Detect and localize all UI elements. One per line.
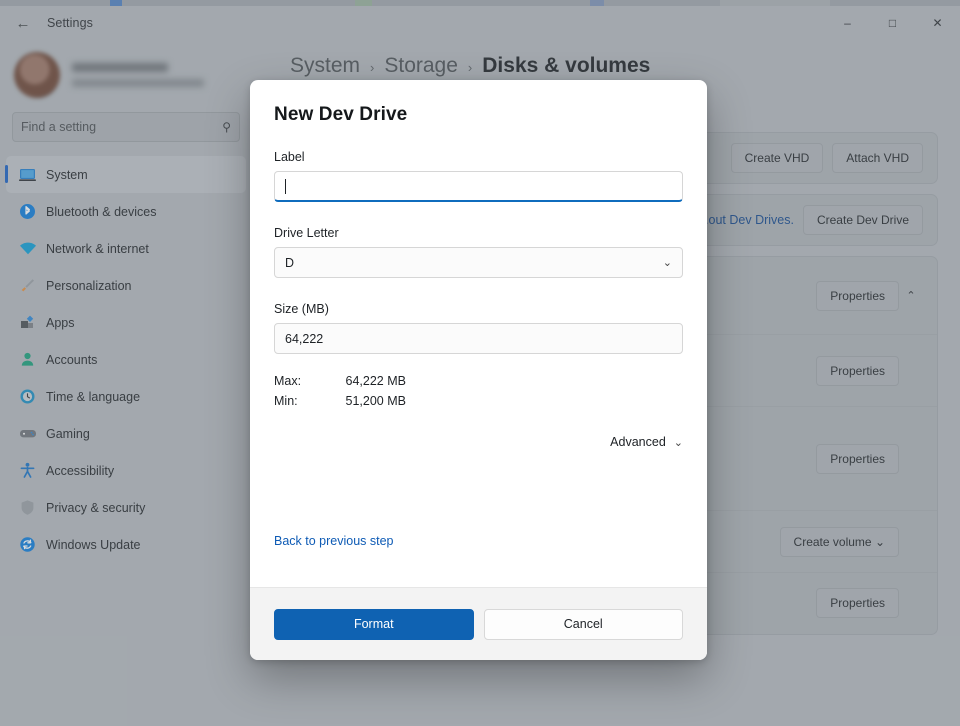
drive-letter-label: Drive Letter: [274, 226, 683, 240]
drive-letter-value: D: [285, 256, 663, 270]
chevron-down-icon: ⌄: [663, 256, 672, 269]
max-size-key: Max:: [274, 374, 322, 388]
size-field-label: Size (MB): [274, 302, 683, 316]
size-limits: Max: 64,222 MB Min: 51,200 MB: [274, 374, 683, 408]
new-dev-drive-dialog: New Dev Drive Label Drive Letter D ⌄ Siz…: [250, 80, 707, 660]
text-cursor-icon: [285, 179, 286, 194]
advanced-label: Advanced: [610, 435, 666, 449]
size-input[interactable]: 64,222: [274, 323, 683, 354]
label-input[interactable]: [274, 171, 683, 202]
dialog-footer: Format Cancel: [250, 587, 707, 660]
cancel-button[interactable]: Cancel: [484, 609, 684, 640]
max-size-value: 64,222 MB: [322, 374, 406, 388]
back-to-previous-step-link[interactable]: Back to previous step: [274, 534, 394, 548]
dialog-body: New Dev Drive Label Drive Letter D ⌄ Siz…: [250, 80, 707, 587]
min-size-row: Min: 51,200 MB: [274, 394, 683, 408]
label-field-label: Label: [274, 150, 683, 164]
screen: ← Settings – □ ✕ ⚲: [0, 0, 960, 726]
min-size-value: 51,200 MB: [322, 394, 406, 408]
format-button[interactable]: Format: [274, 609, 474, 640]
size-input-value: 64,222: [285, 332, 323, 346]
drive-letter-select[interactable]: D ⌄: [274, 247, 683, 278]
chevron-down-icon: ⌄: [674, 436, 683, 449]
advanced-toggle[interactable]: Advanced ⌄: [610, 435, 683, 449]
dialog-title: New Dev Drive: [274, 104, 683, 126]
max-size-row: Max: 64,222 MB: [274, 374, 683, 388]
min-size-key: Min:: [274, 394, 322, 408]
